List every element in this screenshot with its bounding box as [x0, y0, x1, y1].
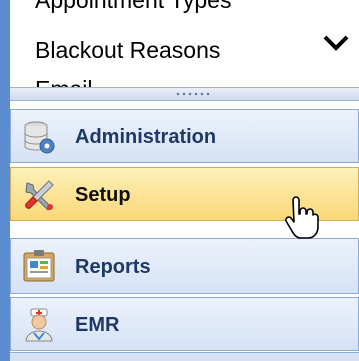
- clipboard-report-icon: [23, 250, 55, 282]
- wrench-screwdriver-icon: [25, 180, 54, 211]
- splitter-grip-icon[interactable]: [175, 92, 211, 96]
- pane-splitter[interactable]: [10, 87, 359, 101]
- nav-pane-administration[interactable]: Administration: [10, 109, 359, 163]
- database-gear-icon: [24, 121, 55, 154]
- chevron-down-icon[interactable]: [321, 33, 351, 53]
- submenu-item-appointment-types[interactable]: Appointment Types: [35, 0, 231, 13]
- submenu-item-email[interactable]: Email: [35, 76, 93, 87]
- nav-pane-label: Setup: [75, 184, 131, 206]
- doctor-icon: [25, 308, 53, 342]
- nav-pane-setup[interactable]: Setup: [10, 167, 359, 221]
- sidebar-accent-bar: [0, 0, 10, 361]
- nav-pane-label: Administration: [75, 126, 217, 148]
- nav-pane-label: EMR: [75, 314, 120, 336]
- setup-submenu-list: Appointment Types Blackout Reasons Email: [10, 0, 359, 87]
- nav-pane-reports[interactable]: Reports: [10, 238, 359, 294]
- submenu-item-blackout-reasons[interactable]: Blackout Reasons: [35, 37, 220, 63]
- nav-pane-emr[interactable]: EMR: [10, 297, 359, 351]
- nav-bottom-strip: [10, 352, 359, 361]
- nav-pane-label: Reports: [75, 256, 151, 278]
